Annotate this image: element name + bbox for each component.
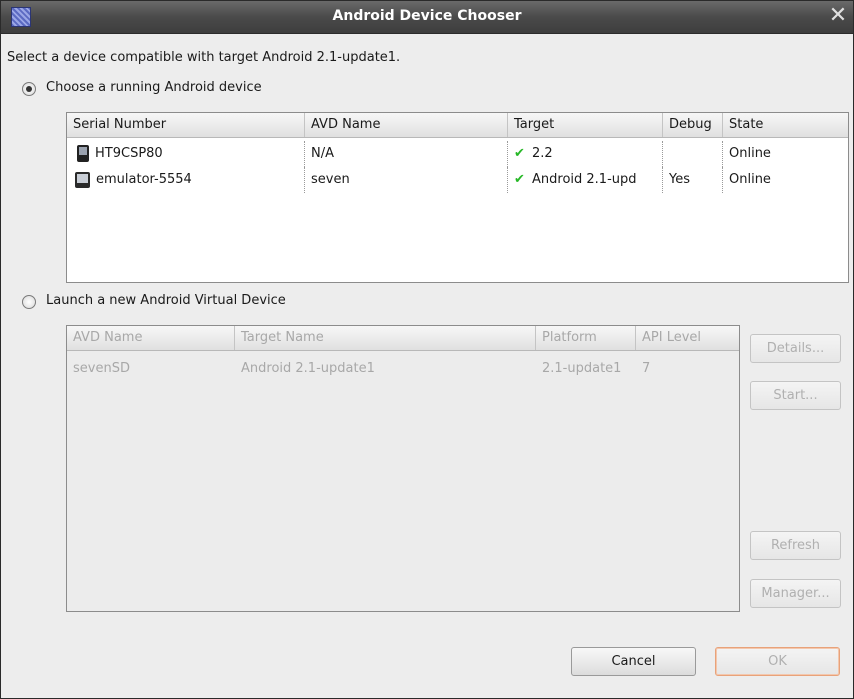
running-device-radio[interactable] <box>22 82 36 96</box>
prompt-text: Select a device compatible with target A… <box>7 50 401 65</box>
table-row[interactable]: sevenSD Android 2.1-update1 2.1-update1 … <box>67 356 739 382</box>
manager-button[interactable]: Manager... <box>750 579 841 608</box>
column-header-target[interactable]: Target <box>508 113 663 137</box>
state-cell: Online <box>729 172 771 187</box>
state-cell: Online <box>729 146 771 161</box>
target-cell: 2.2 <box>532 146 553 161</box>
details-button[interactable]: Details... <box>750 334 841 363</box>
column-header-debug[interactable]: Debug <box>663 113 723 137</box>
launch-avd-radio-label[interactable]: Launch a new Android Virtual Device <box>46 293 286 308</box>
avd-name-cell: seven <box>305 167 508 193</box>
column-header-avd-name[interactable]: AVD Name <box>305 113 508 137</box>
table-header: Serial Number AVD Name Target Debug Stat… <box>67 113 848 138</box>
target-name-cell: Android 2.1-update1 <box>241 361 375 376</box>
avd-name-cell: N/A <box>305 141 508 167</box>
column-header-target-name[interactable]: Target Name <box>235 326 536 350</box>
avd-table[interactable]: AVD Name Target Name Platform API Level … <box>66 325 740 612</box>
window-title: Android Device Chooser <box>332 8 522 24</box>
column-header-platform[interactable]: Platform <box>536 326 636 350</box>
start-button[interactable]: Start... <box>750 381 841 410</box>
debug-cell <box>663 141 723 167</box>
phone-icon <box>77 145 89 162</box>
table-header: AVD Name Target Name Platform API Level <box>67 326 739 351</box>
platform-cell: 2.1-update1 <box>542 361 622 376</box>
serial-number: emulator-5554 <box>96 172 192 187</box>
refresh-button[interactable]: Refresh <box>750 531 841 560</box>
title-bar[interactable]: Android Device Chooser ✕ <box>1 1 853 34</box>
table-row[interactable]: HT9CSP80 N/A ✔ 2.2 Online <box>67 141 848 167</box>
debug-cell: Yes <box>663 167 723 193</box>
check-icon: ✔ <box>514 172 525 187</box>
android-device-chooser-dialog: Android Device Chooser ✕ Select a device… <box>0 0 854 699</box>
running-device-radio-label[interactable]: Choose a running Android device <box>46 80 262 95</box>
close-icon[interactable]: ✕ <box>823 1 853 33</box>
column-header-state[interactable]: State <box>723 113 848 137</box>
table-row[interactable]: emulator-5554 seven ✔ Android 2.1-upd Yes… <box>67 167 848 193</box>
ok-button[interactable]: OK <box>715 647 840 676</box>
running-devices-table[interactable]: Serial Number AVD Name Target Debug Stat… <box>66 112 849 283</box>
column-header-avd-name[interactable]: AVD Name <box>67 326 235 350</box>
api-level-cell: 7 <box>642 361 651 376</box>
serial-number: HT9CSP80 <box>95 146 163 161</box>
column-header-api-level[interactable]: API Level <box>636 326 739 350</box>
target-cell: Android 2.1-upd <box>532 172 637 187</box>
check-icon: ✔ <box>514 146 525 161</box>
cancel-button[interactable]: Cancel <box>571 647 696 676</box>
column-header-serial[interactable]: Serial Number <box>67 113 305 137</box>
emulator-icon <box>75 171 90 188</box>
launch-avd-radio[interactable] <box>22 295 36 309</box>
avd-name-cell: sevenSD <box>73 361 130 376</box>
